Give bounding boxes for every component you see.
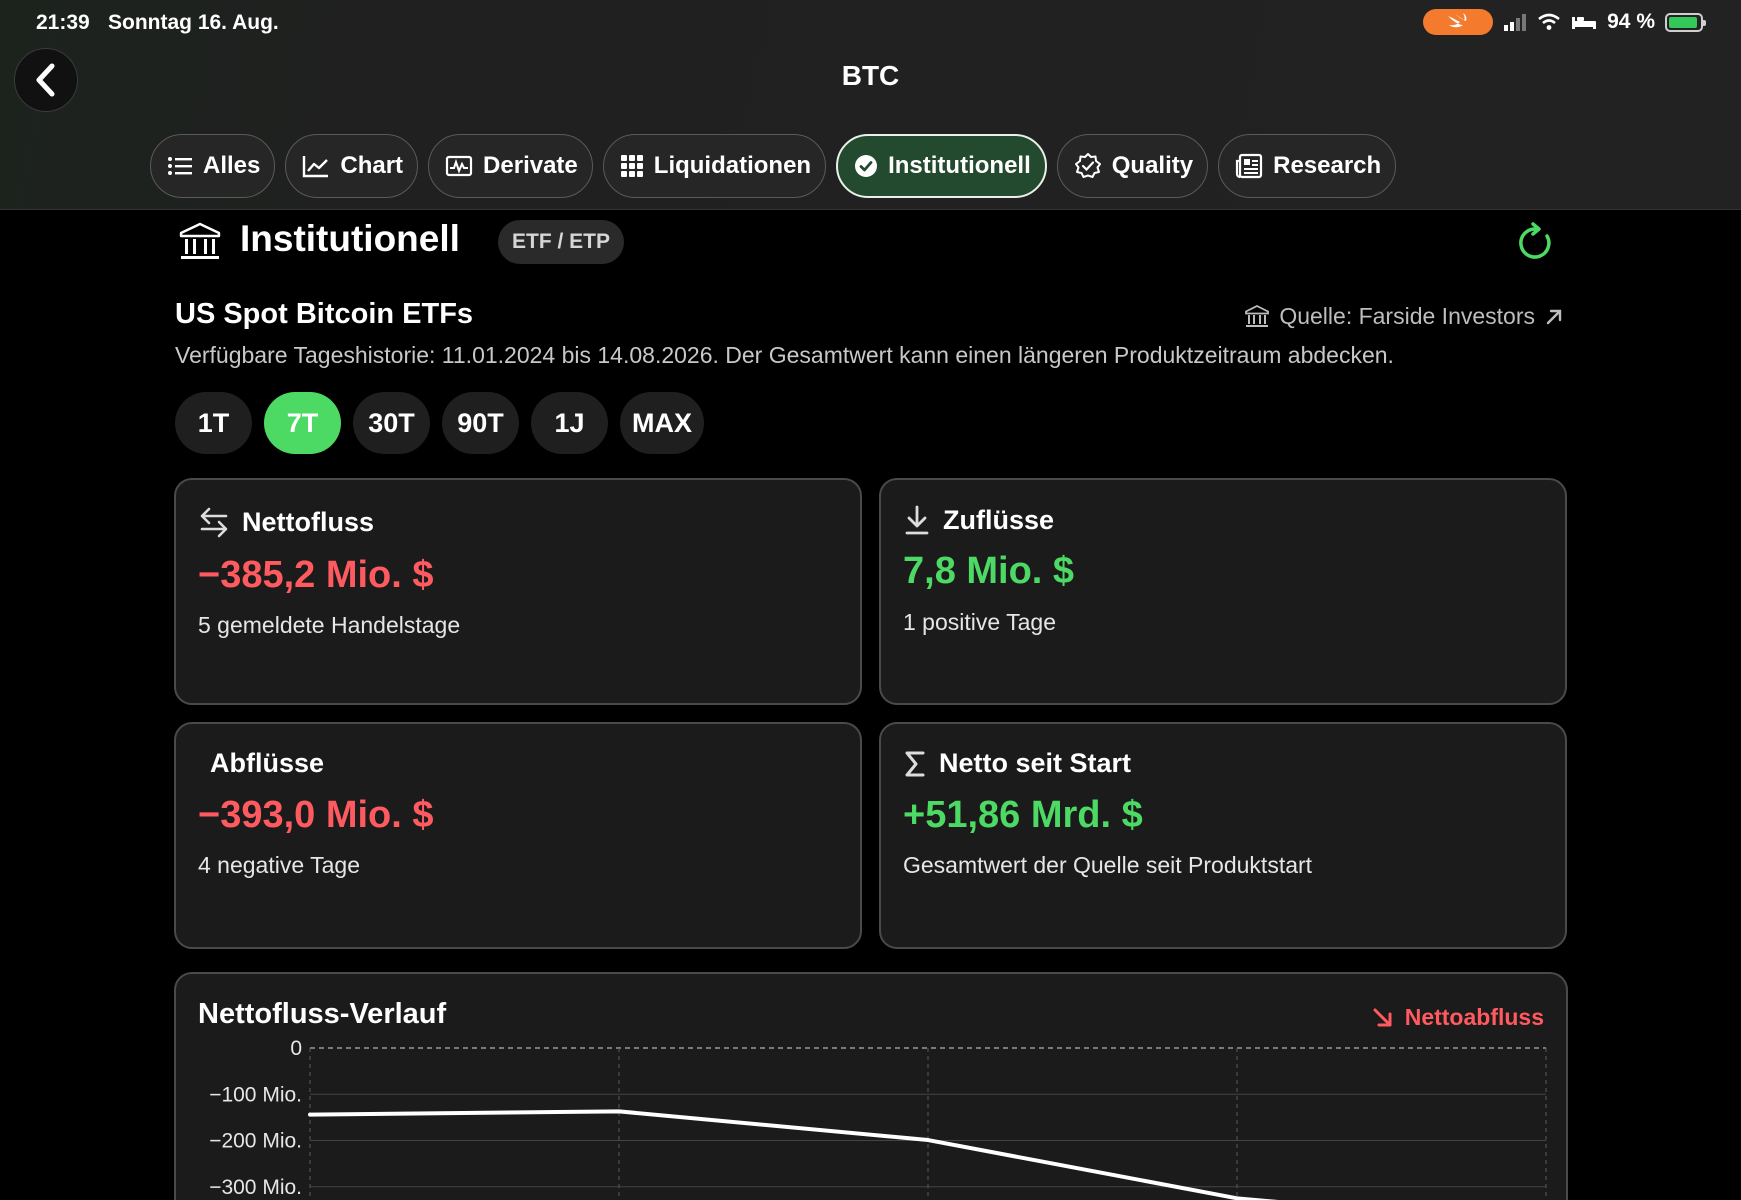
swift-icon [1448,13,1467,28]
since-start-card: Netto seit Start +51,86 Mrd. $ Gesamtwer… [879,722,1567,949]
inflows-card: Zuflüsse 7,8 Mio. $ 1 positive Tage [879,478,1567,705]
card-label: Nettofluss [242,506,375,537]
arrow-down-to-line-icon [905,505,929,535]
since-start-note: Gesamtwert der Quelle seit Produktstart [903,852,1313,878]
since-start-value: +51,86 Mrd. $ [903,794,1143,836]
etf-badge: ETF / ETP [498,220,625,264]
tab-label: Research [1273,152,1382,179]
tab-label: Institutionell [888,152,1031,179]
waveform-chart-icon [445,155,473,177]
y-tick-label: −100 Mio. [209,1083,302,1106]
refresh-icon[interactable] [1514,222,1556,264]
source-label: Quelle: Farside Investors [1279,303,1535,329]
card-label: Netto seit Start [939,748,1132,778]
newspaper-icon [1236,153,1263,179]
y-tick-label: 0 [290,1037,302,1060]
netflow-chart-card: Nettofluss-Verlauf Nettoabfluss 0 −100 Mi… [174,972,1568,1200]
tab-label: Alles [203,152,261,179]
range-90t[interactable]: 90T [442,392,519,454]
bank-building-icon [1245,304,1270,327]
card-header: Abflüsse [210,748,324,779]
tab-alles[interactable]: Alles [150,134,276,198]
y-tick-label: −200 Mio. [209,1130,302,1153]
tab-chart[interactable]: Chart [285,134,419,198]
y-tick-label: −300 Mio. [209,1176,302,1199]
tab-research[interactable]: Research [1218,134,1397,198]
tab-institutionell[interactable]: Institutionell [836,134,1047,198]
status-date: Sonntag 16. Aug. [108,11,279,34]
card-header: Zuflüsse [903,504,1054,536]
section-title: Institutionell [240,218,460,259]
range-selector: 1T 7T 30T 90T 1J MAX [175,392,704,454]
netflow-line-chart: 0 −100 Mio. −200 Mio. −300 Mio. [209,1037,1547,1200]
arrows-left-right-icon [200,507,228,538]
list-icon [168,157,192,175]
tab-quality[interactable]: Quality [1056,134,1209,198]
tab-liquidationen[interactable]: Liquidationen [602,134,827,198]
outflows-card: Abflüsse −393,0 Mio. $ 4 negative Tage [174,722,862,949]
sleep-focus-icon [1572,17,1597,29]
history-description: Verfügbare Tageshistorie: 11.01.2024 bis… [175,342,1394,368]
inflows-note: 1 positive Tage [903,609,1057,635]
range-1t[interactable]: 1T [175,392,252,454]
card-label: Zuflüsse [943,504,1055,535]
range-max[interactable]: MAX [620,392,704,454]
bank-building-icon [179,222,221,259]
source-link[interactable]: Quelle: Farside Investors [1244,303,1564,330]
arrow-up-right-icon [1546,309,1562,324]
card-label: Abflüsse [210,748,325,778]
swift-activity-pill[interactable] [1423,9,1494,35]
tab-label: Quality [1111,152,1194,179]
tab-bar: Alles Chart Derivate Liquidationen Insti… [150,134,1397,198]
seal-check-icon [1074,153,1101,178]
card-header: Netto seit Start [903,748,1131,779]
outflows-note: 4 negative Tage [198,852,360,878]
battery-level [1669,16,1698,28]
netflow-card: Nettofluss −385,2 Mio. $ 5 gemeldete Han… [174,478,862,705]
wifi-icon [1538,13,1560,30]
tab-label: Derivate [483,152,578,179]
range-7t[interactable]: 7T [264,392,341,454]
line-chart-icon [303,156,329,178]
battery-percent: 94 % [1607,10,1655,33]
tab-derivate[interactable]: Derivate [428,134,593,198]
netflow-note: 5 gemeldete Handelstage [198,612,461,638]
tab-label: Chart [340,152,404,179]
status-time: 21:39 [36,11,90,34]
outflows-value: −393,0 Mio. $ [198,794,434,836]
signal-icon [1504,14,1527,31]
grid-icon [620,155,643,177]
status-indicators: 94 % [1423,9,1706,35]
page-title: BTC [841,60,900,91]
top-bar: 21:39 Sonntag 16. Aug. 94 % BTC Alles Ch… [0,0,1741,210]
range-30t[interactable]: 30T [353,392,430,454]
netflow-value: −385,2 Mio. $ [198,554,434,596]
card-header: Nettofluss [198,506,374,538]
etf-title: US Spot Bitcoin ETFs [175,298,474,330]
checkmark-circle-icon [855,155,878,177]
tab-label: Liquidationen [653,152,812,179]
battery-icon [1665,12,1706,32]
inflows-value: 7,8 Mio. $ [903,550,1075,592]
range-1j[interactable]: 1J [531,392,608,454]
sigma-icon [905,751,925,776]
